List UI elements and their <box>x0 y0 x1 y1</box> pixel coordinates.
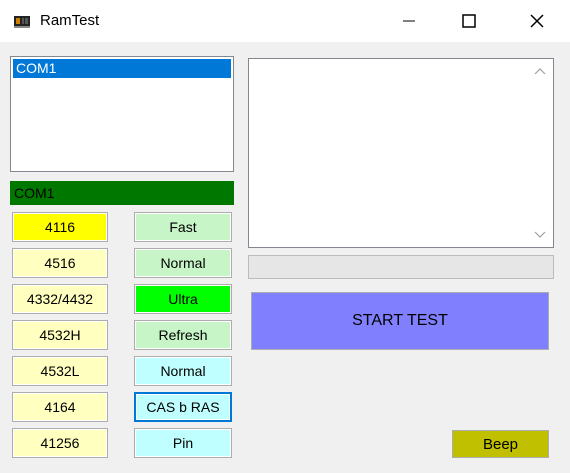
chip-41256-button[interactable]: 41256 <box>12 428 108 458</box>
chip-4516-button[interactable]: 4516 <box>12 248 108 278</box>
cas-before-ras-button[interactable]: CAS b RAS <box>134 392 232 422</box>
start-test-button[interactable]: START TEST <box>251 292 549 350</box>
port-status-bar: COM1 <box>10 181 234 205</box>
maximize-icon <box>462 14 476 28</box>
window-title: RamTest <box>40 12 100 29</box>
port-list-item[interactable]: COM1 <box>13 59 231 78</box>
chip-4116-button[interactable]: 4116 <box>12 212 108 242</box>
chip-4532l-button[interactable]: 4532L <box>12 356 108 386</box>
scroll-down-icon[interactable] <box>534 229 546 239</box>
speed-normal-button[interactable]: Normal <box>134 248 232 278</box>
minimize-button[interactable] <box>386 0 432 42</box>
speed-fast-button[interactable]: Fast <box>134 212 232 242</box>
close-button[interactable] <box>514 0 560 42</box>
test-progress-bar <box>248 255 554 279</box>
maximize-button[interactable] <box>446 0 492 42</box>
title-bar: RamTest <box>0 0 570 42</box>
refresh-button[interactable]: Refresh <box>134 320 232 350</box>
beep-button[interactable]: Beep <box>452 430 549 458</box>
port-listbox[interactable]: COM1 <box>10 56 234 172</box>
chip-4532h-button[interactable]: 4532H <box>12 320 108 350</box>
speed-ultra-button[interactable]: Ultra <box>134 284 232 314</box>
pin-button[interactable]: Pin <box>134 428 232 458</box>
scroll-up-icon[interactable] <box>534 67 546 77</box>
chip-4332-4432-button[interactable]: 4332/4432 <box>12 284 108 314</box>
close-icon <box>530 14 544 28</box>
memory-chip-icon <box>14 16 30 28</box>
minimize-icon <box>403 20 415 22</box>
output-textbox[interactable] <box>248 58 554 248</box>
ras-normal-button[interactable]: Normal <box>134 356 232 386</box>
chip-4164-button[interactable]: 4164 <box>12 392 108 422</box>
